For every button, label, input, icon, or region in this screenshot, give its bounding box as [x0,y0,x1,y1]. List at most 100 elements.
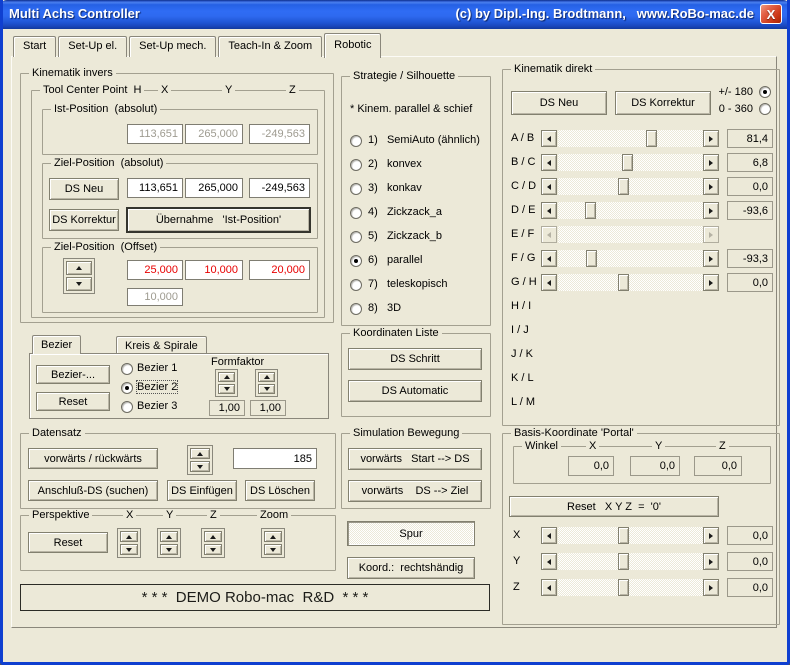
formfaktor1-up-button[interactable] [218,372,235,382]
formfaktor2-up-button[interactable] [258,372,275,382]
ds-einfuegen-button[interactable]: DS Einfügen [167,480,237,501]
tab-start[interactable]: Start [13,36,57,57]
vorwaerts-ds-ziel-button[interactable]: vorwärts DS --> Ziel [348,480,482,502]
ds-automatic-button[interactable]: DS Automatic [348,380,482,402]
bezier-dots-button[interactable]: Bezier-... [36,365,110,384]
uebernahme-ist-position-button[interactable]: Übernahme 'Ist-Position' [127,208,310,232]
offset-spin-up-button[interactable] [66,261,92,275]
offset-spin-down-button[interactable] [66,277,92,291]
perspektive-z-up-button[interactable] [204,531,222,542]
offset-z-field[interactable]: 20,000 [249,260,310,280]
bezier-reset-button[interactable]: Reset [36,392,110,411]
perspektive-z-down-button[interactable] [204,544,222,555]
axis-de-left-arrow[interactable] [541,202,557,219]
basis-y-right-arrow[interactable] [703,553,719,570]
perspektive-y-up-button[interactable] [160,531,178,542]
anschluss-ds-button[interactable]: Anschluß-DS (suchen) [28,480,158,501]
range-360-radio[interactable] [759,103,771,115]
koord-rechtshaendig-button[interactable]: Koord.: rechtshändig [347,557,475,579]
ds-neu-button[interactable]: DS Neu [49,178,119,200]
vorwaerts-rueckwaerts-button[interactable]: vorwärts / rückwärts [28,448,158,469]
basis-z-left-arrow[interactable] [541,579,557,596]
datensatz-spin-up-button[interactable] [190,448,210,459]
axis-cd-left-arrow[interactable] [541,178,557,195]
strategie-option6-radio[interactable] [350,255,362,267]
offset-x-field[interactable]: 25,000 [127,260,183,280]
axis-ab-left-arrow[interactable] [541,130,557,147]
strategie-option2-radio[interactable] [350,159,362,171]
axis-fg-slider[interactable] [558,250,703,267]
perspektive-y-spinner[interactable] [157,528,181,558]
axis-gh-left-arrow[interactable] [541,274,557,291]
strategie-option8-radio[interactable] [350,303,362,315]
axis-ab-right-arrow[interactable] [703,130,719,147]
basis-x-right-arrow[interactable] [703,527,719,544]
basis-x-slider[interactable] [558,527,703,544]
perspektive-reset-button[interactable]: Reset [28,532,108,553]
datensatz-number-field[interactable]: 185 [233,448,317,469]
basis-z-slider-thumb[interactable] [618,579,630,596]
tab-teachin-zoom[interactable]: Teach-In & Zoom [218,36,323,57]
perspektive-zoom-spinner[interactable] [261,528,285,558]
reset-xyz-button[interactable]: Reset X Y Z = '0' [509,496,719,517]
offset-spinner[interactable] [63,258,95,294]
basis-x-left-arrow[interactable] [541,527,557,544]
kd-ds-neu-button[interactable]: DS Neu [511,91,607,115]
datensatz-spinner[interactable] [187,445,213,475]
formfaktor1-down-button[interactable] [218,384,235,394]
bezier2-radio[interactable] [121,382,133,394]
datensatz-spin-down-button[interactable] [190,461,210,472]
axis-de-right-arrow[interactable] [703,202,719,219]
strategie-option4-radio[interactable] [350,207,362,219]
axis-ab-slider-thumb[interactable] [646,130,658,147]
axis-de-slider[interactable] [558,202,703,219]
basis-y-left-arrow[interactable] [541,553,557,570]
axis-bc-slider-thumb[interactable] [622,154,634,171]
axis-cd-right-arrow[interactable] [703,178,719,195]
ds-schritt-button[interactable]: DS Schritt [348,348,482,370]
ziel-z-field[interactable]: -249,563 [249,178,310,198]
offset-y-field[interactable]: 10,000 [185,260,243,280]
close-button[interactable]: X [760,4,782,24]
axis-gh-slider-thumb[interactable] [618,274,630,291]
basis-z-slider[interactable] [558,579,703,596]
strategie-option7-radio[interactable] [350,279,362,291]
strategie-option5-radio[interactable] [350,231,362,243]
perspektive-x-up-button[interactable] [120,531,138,542]
kd-ds-korrektur-button[interactable]: DS Korrektur [615,91,711,115]
axis-cd-slider-thumb[interactable] [618,178,630,195]
tab-robotic[interactable]: Robotic [324,33,382,58]
ziel-x-field[interactable]: 113,651 [127,178,183,198]
perspektive-y-down-button[interactable] [160,544,178,555]
tab-setup-el[interactable]: Set-Up el. [58,36,128,57]
axis-bc-slider[interactable] [558,154,703,171]
perspektive-z-spinner[interactable] [201,528,225,558]
axis-gh-right-arrow[interactable] [703,274,719,291]
strategie-option1-radio[interactable] [350,135,362,147]
basis-z-right-arrow[interactable] [703,579,719,596]
formfaktor2-down-button[interactable] [258,384,275,394]
kreis-spirale-tab[interactable]: Kreis & Spirale [116,336,207,354]
bezier3-radio[interactable] [121,401,133,413]
vorwaerts-start-ds-button[interactable]: vorwärts Start --> DS [348,448,482,470]
formfaktor2-spinner[interactable] [255,369,278,397]
axis-de-slider-thumb[interactable] [584,202,596,219]
range-180-radio[interactable] [759,86,771,98]
ds-loeschen-button[interactable]: DS Löschen [245,480,315,501]
tab-setup-mech[interactable]: Set-Up mech. [129,36,217,57]
basis-y-slider[interactable] [558,553,703,570]
bezier1-radio[interactable] [121,363,133,375]
perspektive-x-spinner[interactable] [117,528,141,558]
perspektive-zoom-down-button[interactable] [264,544,282,555]
axis-bc-right-arrow[interactable] [703,154,719,171]
axis-ab-slider[interactable] [558,130,703,147]
basis-x-slider-thumb[interactable] [618,527,630,544]
axis-gh-slider[interactable] [558,274,703,291]
axis-fg-right-arrow[interactable] [703,250,719,267]
bezier-tab[interactable]: Bezier [32,335,82,354]
axis-fg-left-arrow[interactable] [541,250,557,267]
formfaktor1-spinner[interactable] [215,369,238,397]
ziel-y-field[interactable]: 265,000 [185,178,243,198]
perspektive-zoom-up-button[interactable] [264,531,282,542]
basis-y-slider-thumb[interactable] [618,553,630,570]
